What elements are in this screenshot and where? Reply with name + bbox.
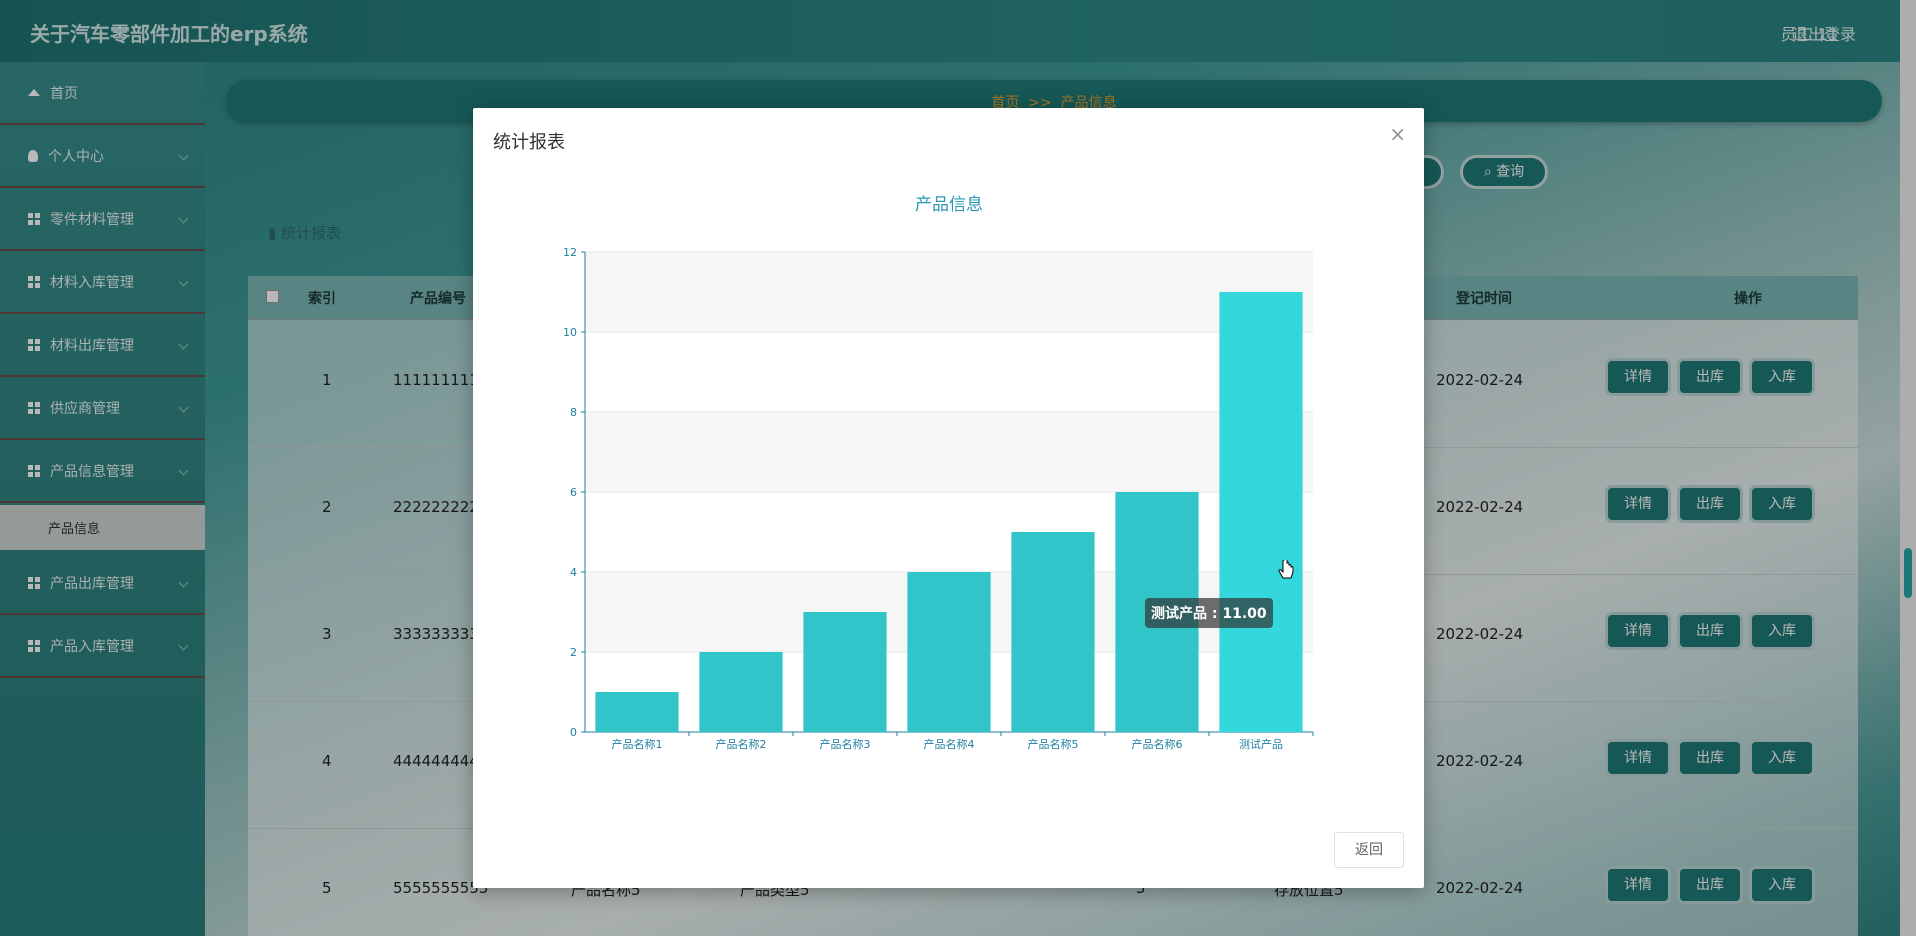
y-tick-label: 4 [570,566,577,579]
chart-title: 产品信息 [915,195,983,215]
x-tick-label: 产品名称1 [612,737,663,751]
y-tick-label: 12 [563,246,577,259]
y-tick-label: 10 [563,326,577,339]
bar [803,612,887,732]
bar [1219,292,1303,732]
x-tick-label: 产品名称2 [716,737,767,751]
bar [907,572,991,732]
bar [699,652,783,732]
grid-band [585,412,1313,492]
x-tick-label: 产品名称3 [820,737,871,751]
x-tick-label: 产品名称6 [1132,737,1183,751]
x-tick-label: 产品名称4 [924,737,975,751]
chart-tooltip: 测试产品 : 11.00 [1145,598,1273,628]
hand-cursor-icon [1278,560,1294,579]
y-tick-label: 2 [570,646,577,659]
y-tick-label: 6 [570,486,577,499]
bar-chart: 产品信息 0 2 4 6 8 10 12 产品名称1 产品名称2 产品名称3 产品名称4 产品名称5 产品… [563,195,1314,751]
y-tick-label: 8 [570,406,577,419]
bar [595,692,679,732]
y-tick-label: 0 [570,726,577,739]
x-tick-label: 产品名称5 [1028,737,1079,751]
x-tick-label: 测试产品 [1239,737,1283,751]
return-button[interactable]: 返回 [1334,832,1404,868]
grid-band [585,252,1313,332]
bar [1011,532,1095,732]
stat-report-dialog: 统计报表 × 产品信息 0 2 4 6 8 10 12 产品名称1 产品名称2 产品名称3 产品名称4… [473,108,1424,888]
